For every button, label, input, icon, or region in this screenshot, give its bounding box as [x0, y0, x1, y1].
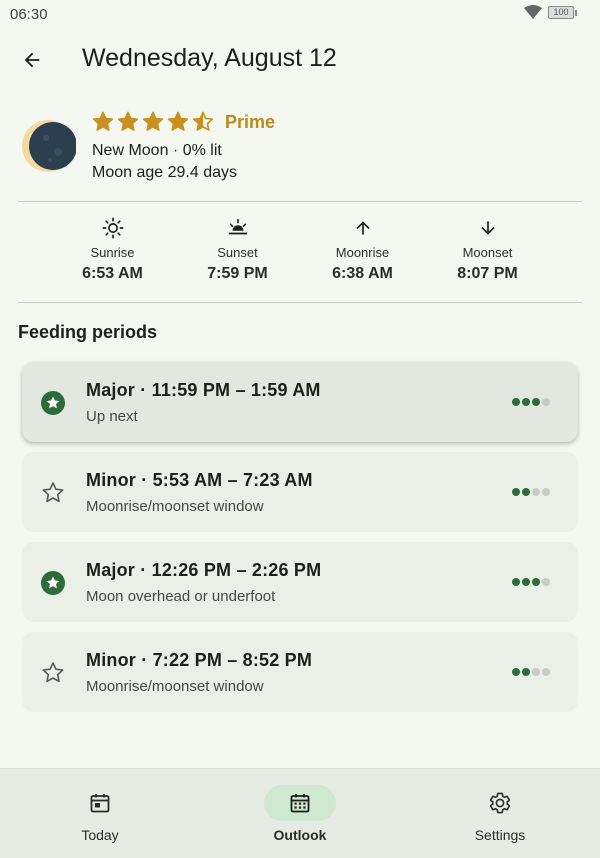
moonrise-value: 6:38 AM — [332, 265, 393, 282]
gear-icon — [489, 792, 511, 814]
nav-label: Outlook — [273, 827, 327, 843]
moonset-cell: Moonset 8:07 PM — [425, 216, 550, 286]
app-bar: Wednesday, August 12 — [0, 36, 600, 82]
calendar-today-icon — [90, 794, 110, 813]
strength-dot-active — [512, 578, 520, 586]
period-subtitle: Moonrise/moonset window — [86, 498, 264, 515]
period-subtitle: Up next — [86, 408, 138, 425]
moon-summary: Prime New Moon · 0% lit Moon age 29.4 da… — [20, 110, 580, 190]
back-button[interactable] — [14, 42, 50, 78]
sunrise-label: Sunrise — [90, 245, 135, 260]
moonset-value: 8:07 PM — [457, 265, 518, 282]
arrow-up-icon — [355, 221, 370, 235]
sunrise-cell: Sunrise 6:53 AM — [50, 216, 175, 286]
calendar-month-icon — [290, 794, 310, 813]
sunset-value: 7:59 PM — [207, 265, 268, 282]
arrow-down-icon — [480, 221, 495, 235]
strength-dot-active — [512, 488, 520, 496]
strength-indicator — [512, 488, 550, 496]
strength-dot-active — [522, 488, 530, 496]
star-outline-icon — [42, 482, 64, 503]
nav-label: Today — [81, 827, 119, 843]
moonset-label: Moonset — [462, 245, 513, 260]
divider — [18, 201, 582, 202]
wifi-icon — [524, 5, 542, 19]
feeding-periods-title: Feeding periods — [18, 322, 158, 342]
nav-item-settings[interactable]: Settings — [440, 785, 560, 843]
nav-label: Settings — [474, 827, 526, 843]
period-title: Minor · 7:22 PM – 8:52 PM — [86, 650, 313, 670]
sunrise-value: 6:53 AM — [82, 265, 143, 282]
period-card-minor[interactable]: Minor · 7:22 PM – 8:52 PM Moonrise/moons… — [22, 632, 578, 712]
battery-level: 100 — [553, 7, 569, 17]
strength-dot-inactive — [532, 488, 540, 496]
page-title: Wednesday, August 12 — [82, 44, 337, 72]
star-half-icon — [192, 111, 214, 131]
strength-dot-inactive — [542, 398, 550, 406]
sunset-label: Sunset — [217, 245, 258, 260]
moon-phase-icon — [22, 120, 76, 172]
nav-item-today[interactable]: Today — [40, 785, 160, 843]
strength-dot-active — [522, 668, 530, 676]
star-rating — [92, 111, 217, 133]
status-icons: 100 — [524, 5, 577, 19]
divider — [18, 302, 582, 303]
period-subtitle: Moonrise/moonset window — [86, 678, 264, 695]
sunset-icon — [228, 218, 247, 235]
strength-dot-active — [512, 398, 520, 406]
star-full-icon — [117, 111, 139, 131]
star-full-icon — [142, 111, 164, 131]
strength-dot-inactive — [532, 668, 540, 676]
arrow-back-icon — [24, 52, 40, 68]
strength-dot-active — [522, 578, 530, 586]
moon-phase-text: New Moon · 0% lit — [92, 142, 222, 159]
rating: Prime — [92, 110, 275, 134]
period-card-minor[interactable]: Minor · 5:53 AM – 7:23 AM Moonrise/moons… — [22, 452, 578, 532]
strength-dot-active — [512, 668, 520, 676]
strength-indicator — [512, 668, 550, 676]
star-filled-icon — [41, 571, 65, 595]
star-filled-icon — [41, 391, 65, 415]
star-outline-icon — [42, 662, 64, 683]
strength-dot-active — [522, 398, 530, 406]
nav-item-outlook[interactable]: Outlook — [240, 785, 360, 843]
star-full-icon — [92, 111, 114, 131]
strength-dot-inactive — [542, 668, 550, 676]
strength-dot-inactive — [542, 488, 550, 496]
period-subtitle: Moon overhead or underfoot — [86, 588, 276, 605]
period-title: Minor · 5:53 AM – 7:23 AM — [86, 470, 313, 490]
moonrise-label: Moonrise — [335, 245, 390, 260]
status-time: 06:30 — [10, 6, 48, 23]
period-card-major[interactable]: Major · 12:26 PM – 2:26 PM Moon overhead… — [22, 542, 578, 622]
strength-dot-inactive — [542, 578, 550, 586]
sunset-cell: Sunset 7:59 PM — [175, 216, 300, 286]
strength-dot-active — [532, 578, 540, 586]
bottom-nav: Today Outlook Settings — [0, 768, 600, 858]
period-title: Major · 12:26 PM – 2:26 PM — [86, 560, 322, 580]
rating-label: Prime — [225, 111, 276, 132]
sun-moon-times: Sunrise 6:53 AM Sunset 7:59 PM Moonrise … — [50, 216, 550, 286]
period-card-major[interactable]: Major · 11:59 PM – 1:59 AM Up next — [22, 362, 578, 442]
strength-indicator — [512, 398, 550, 406]
star-full-icon — [167, 111, 189, 131]
strength-indicator — [512, 578, 550, 586]
status-bar: 06:30 100 — [0, 0, 600, 28]
moonrise-cell: Moonrise 6:38 AM — [300, 216, 425, 286]
battery-icon: 100 — [548, 5, 577, 19]
sun-icon — [102, 217, 123, 239]
moon-age-text: Moon age 29.4 days — [92, 164, 237, 181]
period-title: Major · 11:59 PM – 1:59 AM — [86, 380, 321, 400]
strength-dot-active — [532, 398, 540, 406]
